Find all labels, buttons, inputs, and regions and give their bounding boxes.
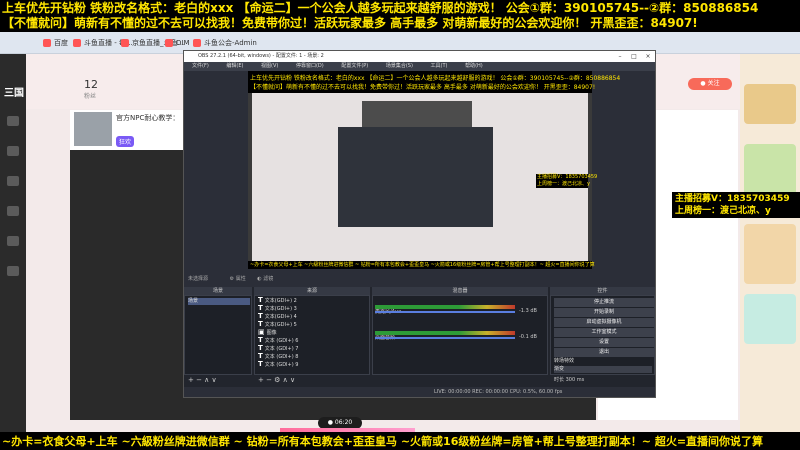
menu-view[interactable]: 视图(V): [261, 63, 278, 69]
follow-button[interactable]: ● 关注: [688, 78, 732, 90]
start-recording-button[interactable]: 开始录制: [554, 308, 654, 317]
obs-window: OBS 27.2.1 (64-bit, windows) - 配置文件: 1 -…: [183, 50, 656, 398]
virtual-camera-button[interactable]: 启动虚拟摄像机: [554, 318, 654, 327]
obs-menu-bar: 文件(F) 编辑(E) 视图(V) 停靠窗口(D) 配置文件(P) 场景集合(S…: [184, 62, 655, 71]
promo-banner[interactable]: [744, 84, 796, 124]
transition-select[interactable]: 渐变: [554, 366, 652, 373]
source-item[interactable]: T 文本(GDI+) 3: [258, 305, 297, 313]
follow-icon[interactable]: [7, 176, 19, 186]
settings-button[interactable]: 设置: [554, 338, 654, 347]
mixer-channel: 桌面音频 -0.1 dB: [375, 324, 547, 342]
fan-count: 12 粉丝: [84, 78, 98, 100]
source-item[interactable]: T 文本(GDI+) 5: [258, 321, 297, 329]
menu-scene-collection[interactable]: 场景集合(S): [386, 63, 413, 69]
source-item[interactable]: T 文本(GDI+) 2: [258, 297, 297, 305]
sources-header: 来源: [254, 287, 370, 295]
minimize-icon[interactable]: –: [613, 51, 627, 62]
preview-nested-obs: [338, 127, 493, 227]
site-logo[interactable]: 三国: [4, 84, 24, 99]
category-icon[interactable]: [7, 146, 19, 156]
sources-dock: T 文本(GDI+) 2 T 文本(GDI+) 3 T 文本(GDI+) 4 T 文本(…: [254, 295, 370, 375]
scene-controls[interactable]: + − ∧ ∨: [188, 375, 217, 385]
mixer-header: 混音器: [372, 287, 548, 295]
video-icon[interactable]: [7, 236, 19, 246]
properties-button[interactable]: ⚙ 属性: [230, 276, 246, 282]
anchor-tag: 狂欢: [116, 136, 135, 147]
source-item[interactable]: T 文本(GDI+) 4: [258, 313, 297, 321]
menu-tools[interactable]: 工具(T): [431, 63, 448, 69]
site-sidebar: 三国: [0, 54, 26, 450]
exit-button[interactable]: 退出: [554, 348, 654, 357]
browser-tab[interactable]: 百度: [40, 35, 68, 51]
volume-meter: [375, 305, 515, 309]
banner-line: 【不懂就问】萌新有不懂的过不去可以找我！免费带你过！活跃玩家最多 高手最多 对萌…: [2, 16, 698, 30]
obs-title-bar: OBS 27.2.1 (64-bit, windows) - 配置文件: 1 -…: [184, 51, 655, 62]
controls-header: 控件: [550, 287, 655, 295]
preview-bottom-text: ~办卡=衣食父母+上车 ~六級粉丝牌进微信群 ~ 钻粉=所有本包教会+歪歪皇马 …: [248, 261, 595, 269]
menu-profile[interactable]: 配置文件(P): [341, 63, 368, 69]
preview-banner: 上车优先开钻粉 铁粉改名格式：老白的xxx 【命运二】一个公会人越多玩起来越舒服…: [248, 71, 620, 93]
duration-field[interactable]: 时长 300 ms: [554, 375, 584, 385]
source-controls[interactable]: + − ⚙ ∧ ∨: [258, 375, 295, 385]
mixer-dock: 麦克风/Aux -1.3 dB 桌面音频 -0.1 dB: [372, 295, 548, 375]
menu-file[interactable]: 文件(F): [192, 63, 209, 69]
studio-mode-button[interactable]: 工作室模式: [554, 328, 654, 337]
scenes-header: 场景: [184, 287, 252, 295]
right-overlay-text: 主播招募V：1835703459 上周榜一：渡己北凉、y: [672, 192, 800, 218]
bottom-overlay-text: ~办卡=衣食父母+上车 ~六級粉丝牌进微信群 ~ 钻粉=所有本包教会+歪歪皇马 …: [0, 432, 800, 450]
top-banner: 上车优先开钻粉 铁粉改名格式：老白的xxx 【命运二】一个公会人越多玩起来越舒服…: [0, 0, 800, 32]
source-item[interactable]: ▣ 图像: [258, 329, 277, 337]
game-icon[interactable]: [7, 206, 19, 216]
obs-preview[interactable]: 上车优先开钻粉 铁粉改名格式：老白的xxx 【命运二】一个公会人越多玩起来越舒服…: [248, 71, 620, 269]
controls-dock: 停止推流 开始录制 启动虚拟摄像机 工作室模式 设置 退出 转场特效 渐变: [550, 295, 655, 375]
source-toolbar: 未选择源 ⚙ 属性 ◐ 滤镜: [184, 273, 655, 285]
filters-button[interactable]: ◐ 滤镜: [257, 276, 273, 282]
preview-overlay-text: 主播招募V：1835703459 上周榜一：渡己北凉、y: [536, 174, 598, 188]
volume-slider[interactable]: [375, 311, 515, 313]
transitions-label: 转场特效: [554, 358, 575, 364]
source-item[interactable]: T 文本 (GDI+) 7: [258, 345, 298, 353]
no-source-label: 未选择源: [188, 276, 209, 282]
browser-tab[interactable]: DIM: [162, 35, 190, 51]
stop-streaming-button[interactable]: 停止推流: [554, 298, 654, 307]
source-item[interactable]: T 文本 (GDI+) 8: [258, 353, 298, 361]
close-icon[interactable]: ×: [641, 51, 655, 62]
menu-docks[interactable]: 停靠窗口(D): [296, 63, 324, 69]
mixer-channel: 麦克风/Aux -1.3 dB: [375, 298, 547, 316]
promo-banner[interactable]: [744, 224, 796, 284]
volume-meter: [375, 331, 515, 335]
menu-edit[interactable]: 编辑(E): [226, 63, 243, 69]
obs-docks: 场景 场景 + − ∧ ∨ 来源 T 文本(GDI+) 2 T 文本(GDI+) 3…: [184, 287, 655, 387]
menu-help[interactable]: 帮助(H): [465, 63, 483, 69]
more-icon[interactable]: [7, 266, 19, 276]
source-item[interactable]: T 文本 (GDI+) 9: [258, 361, 298, 369]
scenes-dock: 场景: [184, 295, 252, 375]
banner-line: 上车优先开钻粉 铁粉改名格式：老白的xxx 【命运二】一个公会人越多玩起来越舒服…: [2, 1, 759, 15]
promo-banner[interactable]: [744, 294, 796, 344]
obs-status-bar: LIVE: 00:00:00 REC: 00:00:00 CPU: 0.5%, …: [184, 387, 655, 397]
home-icon[interactable]: [7, 116, 19, 126]
right-ad-column: [740, 54, 800, 450]
anchor-card: 官方NPC耐心教学： 狂欢: [70, 110, 188, 150]
source-item[interactable]: T 文本 (GDI+) 6: [258, 337, 298, 345]
browser-tab[interactable]: 斗鱼公会-Admin: [190, 35, 257, 51]
anchor-name: 官方NPC耐心教学：: [116, 114, 180, 122]
scene-item[interactable]: 场景: [188, 298, 250, 305]
screen: 百度 斗鱼直播 - 每... 京鱼直播_斗鱼... DIM 斗鱼公会-Admin…: [0, 0, 800, 450]
anchor-avatar[interactable]: [74, 112, 112, 146]
maximize-icon[interactable]: □: [627, 51, 641, 62]
volume-slider[interactable]: [375, 337, 515, 339]
